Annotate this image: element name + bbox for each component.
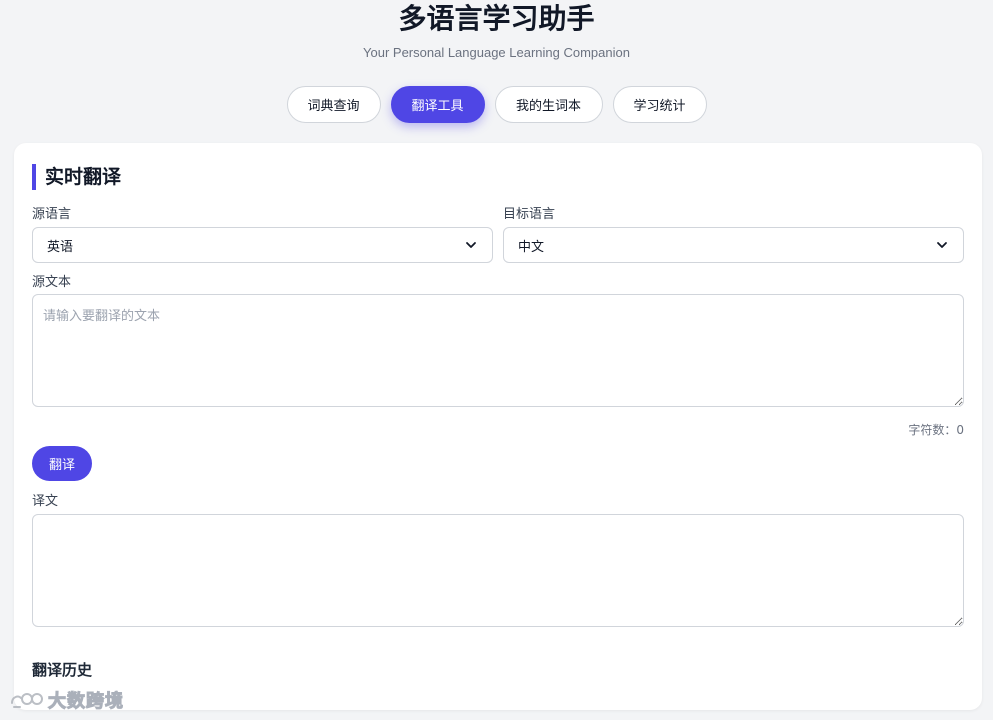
app-title: 多语言学习助手 <box>398 2 595 35</box>
tab-bar: 词典查询 翻译工具 我的生词本 学习统计 <box>0 86 993 123</box>
app-subtitle: Your Personal Language Learning Companio… <box>363 45 630 60</box>
target-language-label: 目标语言 <box>503 207 556 222</box>
history-title: 翻译历史 <box>32 661 93 679</box>
result-output[interactable] <box>32 514 964 627</box>
translate-button[interactable]: 翻译 <box>32 446 92 481</box>
tab-dictionary[interactable]: 词典查询 <box>286 86 381 123</box>
source-language-value: 英语 <box>47 239 74 255</box>
watermark: 大数跨境 <box>8 687 124 713</box>
watermark-logo-icon <box>11 693 43 708</box>
result-label: 译文 <box>32 494 59 509</box>
target-language-value: 中文 <box>518 239 545 255</box>
tab-translate[interactable]: 翻译工具 <box>390 86 485 123</box>
char-count: 字符数：0 <box>908 423 964 437</box>
source-text-input[interactable] <box>32 294 964 407</box>
chevron-down-icon <box>937 242 947 248</box>
source-language-label: 源语言 <box>32 207 72 222</box>
section-title: 实时翻译 <box>32 164 121 190</box>
translate-panel: 实时翻译 源语言 英语 目标语言 中文 源文本 字符数：0 翻译 译文 翻译历史 <box>14 143 982 710</box>
source-language-select[interactable]: 英语 <box>32 227 493 263</box>
chevron-down-icon <box>466 242 476 248</box>
tab-statistics[interactable]: 学习统计 <box>612 86 707 123</box>
watermark-text: 大数跨境 <box>48 691 124 713</box>
target-language-select[interactable]: 中文 <box>503 227 964 263</box>
source-text-label: 源文本 <box>32 275 72 290</box>
tab-vocabulary[interactable]: 我的生词本 <box>494 86 603 123</box>
